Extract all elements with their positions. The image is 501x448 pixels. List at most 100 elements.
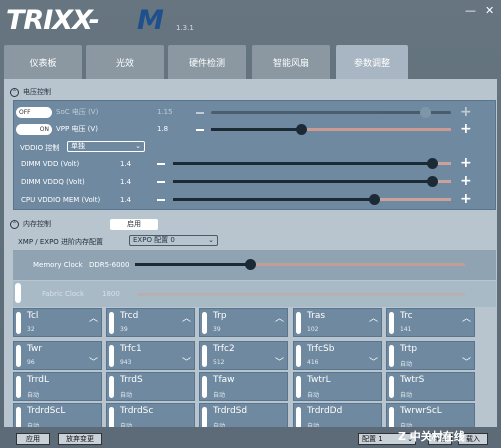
- memory-clock-label: Memory Clock: [33, 261, 83, 269]
- timing-toggle[interactable]: [109, 407, 114, 429]
- chevron-up-icon[interactable]: ︿: [275, 311, 284, 324]
- voltage-section-header[interactable]: ⌃ 电压控制: [10, 87, 51, 97]
- timing-toggle[interactable]: [16, 345, 21, 367]
- chevron-down-icon: ⌄: [208, 236, 214, 244]
- timing-value: 39: [213, 326, 221, 333]
- dimm-vdd-knob[interactable]: [427, 158, 438, 169]
- chevron-up-icon[interactable]: ︿: [369, 311, 378, 324]
- timing-toggle[interactable]: [109, 376, 114, 398]
- timing-toggle[interactable]: [296, 345, 301, 367]
- timing-name: Tcl: [27, 311, 39, 321]
- cpu-vddio-value: 1.4: [120, 196, 132, 204]
- chevron-down-icon[interactable]: ﹀: [275, 355, 284, 368]
- dimm-vddq-minus-button[interactable]: [157, 181, 165, 183]
- timing-cell-trp[interactable]: Trp 39 ︿: [199, 308, 288, 337]
- chevron-down-icon[interactable]: ﹀: [182, 355, 191, 368]
- vddio-control-label: VDDIO 控制: [20, 144, 60, 152]
- timing-cell-trfc2[interactable]: Trfc2 512 ﹀: [199, 341, 288, 370]
- timing-toggle[interactable]: [16, 407, 21, 429]
- collapse-icon[interactable]: ⌃: [10, 87, 19, 97]
- soc-minus-button[interactable]: [196, 112, 204, 114]
- memory-clock-knob[interactable]: [245, 259, 256, 270]
- dimm-vddq-plus-button[interactable]: +: [460, 174, 472, 188]
- cpu-vddio-knob[interactable]: [369, 194, 380, 205]
- vpp-slider-fill: [211, 128, 301, 131]
- timing-toggle[interactable]: [109, 312, 114, 334]
- fabric-clock-slider[interactable]: [137, 293, 465, 296]
- dimm-vdd-plus-button[interactable]: +: [460, 156, 472, 170]
- tab-bar: 仪表板 光效 硬件检测 智能风扇 参数调整: [4, 45, 501, 79]
- timing-toggle[interactable]: [202, 376, 207, 398]
- timing-toggle[interactable]: [109, 345, 114, 367]
- vpp-slider-knob[interactable]: [296, 124, 307, 135]
- memory-section-header[interactable]: ⌃ 内存控制: [10, 219, 51, 229]
- timing-cell-trtp[interactable]: Trtp 自动 ﹀: [386, 341, 475, 370]
- soc-slider-knob[interactable]: [420, 107, 431, 118]
- timing-toggle[interactable]: [202, 312, 207, 334]
- vpp-minus-button[interactable]: [196, 129, 204, 131]
- timing-cell-trcd[interactable]: Trcd 39 ︿: [106, 308, 195, 337]
- chevron-up-icon[interactable]: ︿: [89, 311, 98, 324]
- timing-toggle[interactable]: [389, 312, 394, 334]
- tab-hardware[interactable]: 硬件检测: [168, 45, 246, 79]
- minimize-button[interactable]: —: [465, 4, 476, 17]
- timing-cell-tcl[interactable]: Tcl 32 ︿: [13, 308, 102, 337]
- dimm-vdd-slider[interactable]: [173, 158, 451, 169]
- timing-toggle[interactable]: [389, 407, 394, 429]
- timing-cell-tfaw[interactable]: Tfaw 自动: [199, 372, 288, 401]
- apply-button[interactable]: 应用: [16, 433, 50, 445]
- cpu-vddio-slider[interactable]: [173, 194, 451, 205]
- discard-changes-button[interactable]: 放弃变更: [58, 433, 102, 445]
- timing-cell-trrds[interactable]: TrrdS 自动: [106, 372, 195, 401]
- timing-toggle[interactable]: [389, 345, 394, 367]
- tab-lighting[interactable]: 光效: [86, 45, 164, 79]
- close-button[interactable]: ✕: [485, 4, 494, 17]
- timing-value: 96: [27, 359, 35, 366]
- timing-cell-twtrl[interactable]: TwtrL 自动: [293, 372, 382, 401]
- cpu-vddio-rest: [373, 198, 451, 201]
- chevron-up-icon[interactable]: ︿: [462, 311, 471, 324]
- cpu-vddio-minus-button[interactable]: [157, 199, 165, 201]
- timing-cell-twtrs[interactable]: TwtrS 自动: [386, 372, 475, 401]
- chevron-down-icon[interactable]: ﹀: [369, 355, 378, 368]
- timing-cell-trfcsb[interactable]: TrfcSb 416 ﹀: [293, 341, 382, 370]
- vpp-slider-rest: [301, 128, 451, 131]
- timing-cell-trfc1[interactable]: Trfc1 943 ﹀: [106, 341, 195, 370]
- cpu-vddio-label: CPU VDDIO MEM (Volt): [21, 196, 101, 204]
- vddio-mode-select[interactable]: 单独 ⌄: [67, 141, 145, 152]
- collapse-icon[interactable]: ⌃: [10, 219, 19, 229]
- dimm-vddq-knob[interactable]: [427, 176, 438, 187]
- soc-toggle[interactable]: OFF: [16, 106, 52, 118]
- vpp-slider[interactable]: [211, 124, 451, 135]
- memory-apply-button[interactable]: 启用: [110, 219, 158, 230]
- memory-clock-slider[interactable]: [135, 259, 465, 270]
- timing-toggle[interactable]: [389, 376, 394, 398]
- vpp-plus-button[interactable]: +: [460, 122, 472, 136]
- timing-toggle[interactable]: [296, 407, 301, 429]
- timing-toggle[interactable]: [16, 376, 21, 398]
- dimm-vdd-minus-button[interactable]: [157, 163, 165, 165]
- timing-cell-trrdl[interactable]: TrrdL 自动: [13, 372, 102, 401]
- fabric-clock-toggle[interactable]: [15, 283, 21, 303]
- chevron-down-icon[interactable]: ﹀: [89, 355, 98, 368]
- timing-cell-twr[interactable]: Twr 96 ﹀: [13, 341, 102, 370]
- dimm-vddq-slider[interactable]: [173, 176, 451, 187]
- tab-tuning[interactable]: 参数调整: [336, 45, 408, 79]
- cpu-vddio-plus-button[interactable]: +: [460, 192, 472, 206]
- xmp-profile-select[interactable]: EXPO 配置 0 ⌄: [129, 235, 218, 246]
- tab-smart-fan[interactable]: 智能风扇: [252, 45, 330, 79]
- timing-toggle[interactable]: [296, 376, 301, 398]
- chevron-down-icon[interactable]: ﹀: [462, 355, 471, 368]
- timing-toggle[interactable]: [202, 345, 207, 367]
- timing-toggle[interactable]: [202, 407, 207, 429]
- tab-dashboard[interactable]: 仪表板: [4, 45, 82, 79]
- soc-slider[interactable]: [211, 107, 451, 118]
- timing-cell-tras[interactable]: Tras 102 ︿: [293, 308, 382, 337]
- soc-plus-button[interactable]: +: [460, 105, 472, 119]
- timing-cell-trc[interactable]: Trc 141 ︿: [386, 308, 475, 337]
- vpp-value: 1.8: [157, 125, 169, 133]
- chevron-up-icon[interactable]: ︿: [182, 311, 191, 324]
- timing-toggle[interactable]: [16, 312, 21, 334]
- vpp-toggle[interactable]: ON: [16, 123, 52, 135]
- timing-toggle[interactable]: [296, 312, 301, 334]
